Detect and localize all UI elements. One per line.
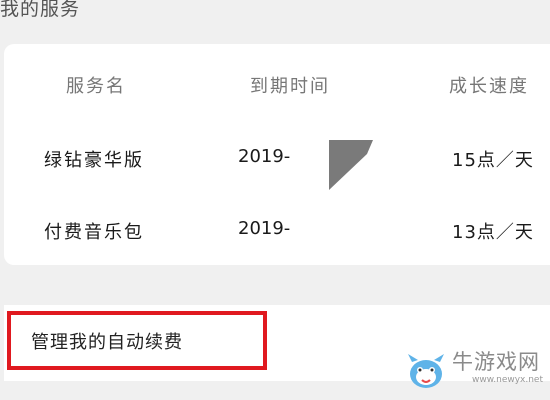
watermark: 牛游戏网 www.newyx.net [404,350,550,398]
header-growth-speed: 成长速度 [449,76,529,97]
header-expiry: 到期时间 [250,76,330,97]
watermark-url: www.newyx.net [472,375,544,385]
header-service-name: 服务名 [66,76,126,97]
row-1-expiry: 2019- [238,146,291,167]
section-title: 我的服务 [0,0,81,20]
row-2-expiry: 2019- [238,218,291,239]
manage-auto-renew-label: 管理我的自动续费 [31,331,183,353]
manage-auto-renew-button[interactable]: 管理我的自动续费 [7,311,267,370]
row-2-service-name: 付费音乐包 [44,222,144,243]
row-1-growth-speed: 15点／天 [452,150,534,171]
row-2-growth-speed: 13点／天 [452,222,534,243]
watermark-name: 牛游戏网 [452,350,540,374]
redaction-mark [329,140,373,190]
mascot-logo-icon [408,354,444,388]
row-1-service-name: 绿钻豪华版 [44,150,144,171]
